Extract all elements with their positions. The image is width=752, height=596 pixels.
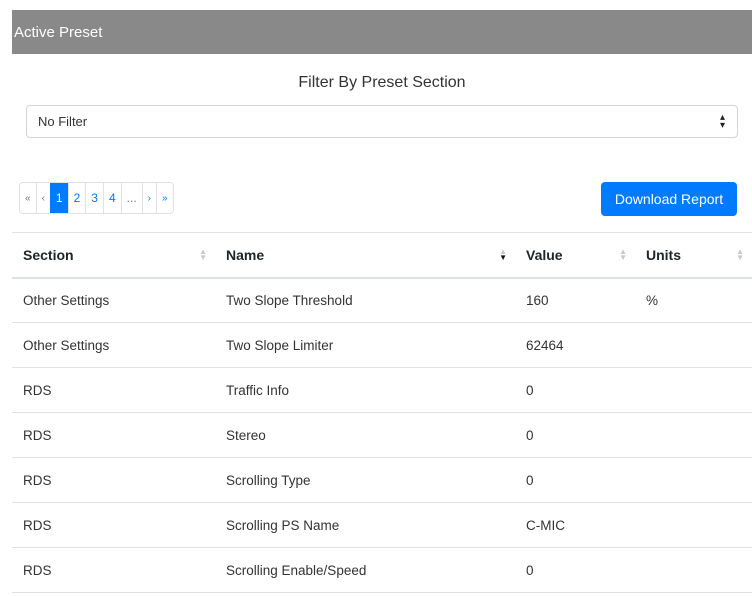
section-filter-select[interactable]: No Filter ▴ ▾ <box>26 105 738 138</box>
first-page-button[interactable]: « <box>20 183 36 213</box>
download-report-button[interactable]: Download Report <box>601 182 737 216</box>
column-header-label: Section <box>23 246 74 263</box>
cell-units: % <box>646 292 659 308</box>
cell-section: Other Settings <box>23 292 110 308</box>
cell-units <box>635 458 752 503</box>
cell-value: 0 <box>526 382 534 398</box>
cell-value: 0 <box>526 427 534 443</box>
cell-section: RDS <box>23 427 52 443</box>
cell-value: 62464 <box>526 337 564 353</box>
column-header-label: Name <box>226 246 265 263</box>
table-row: Other Settings Two Slope Limiter 62464 <box>12 323 752 368</box>
cell-units <box>635 368 752 413</box>
sort-icon: ▲ ▼ <box>619 246 627 262</box>
cell-name: Scrolling Enable/Speed <box>226 562 367 578</box>
panel-header: Active Preset <box>12 10 752 54</box>
cell-name: Scrolling PS Name <box>226 517 340 533</box>
column-header-name[interactable]: Name ▲ ▼ <box>215 233 515 278</box>
column-header-units[interactable]: Units ▲ ▼ <box>635 233 752 278</box>
pagination-ellipsis: ... <box>120 183 142 213</box>
column-header-value[interactable]: Value ▲ ▼ <box>515 233 635 278</box>
cell-section: RDS <box>23 562 52 578</box>
page-1-button[interactable]: 1 <box>49 183 68 213</box>
filter-selected-value: No Filter <box>38 114 88 129</box>
last-page-button[interactable]: » <box>156 183 173 213</box>
sort-desc-icon: ▲ ▼ <box>499 246 507 262</box>
panel-title: Active Preset <box>14 23 103 41</box>
cell-value: 160 <box>526 292 549 308</box>
pagination: « ‹ 1 2 3 4 ... › » <box>19 182 174 214</box>
column-header-section[interactable]: Section ▲ ▼ <box>12 233 215 278</box>
select-arrows-icon: ▴ ▾ <box>719 112 725 131</box>
cell-section: RDS <box>23 517 52 533</box>
column-header-label: Value <box>526 246 563 263</box>
sort-icon: ▲ ▼ <box>199 246 207 262</box>
table-row: RDS Scrolling Enable/Speed 0 <box>12 548 752 593</box>
table-row: RDS Stereo 0 <box>12 413 752 458</box>
column-header-label: Units <box>646 246 681 263</box>
cell-value: C-MIC <box>526 517 565 533</box>
cell-name: Stereo <box>226 427 266 443</box>
page-2-button[interactable]: 2 <box>67 183 86 213</box>
cell-units <box>635 548 752 593</box>
prev-page-button[interactable]: ‹ <box>35 183 50 213</box>
cell-name: Traffic Info <box>226 382 290 398</box>
page-3-button[interactable]: 3 <box>85 183 103 213</box>
cell-units <box>635 323 752 368</box>
cell-name: Two Slope Threshold <box>226 292 353 308</box>
filter-title: Filter By Preset Section <box>298 74 466 91</box>
cell-section: RDS <box>23 382 52 398</box>
cell-units <box>635 503 752 548</box>
page-4-button[interactable]: 4 <box>102 183 121 213</box>
table-row: RDS Traffic Info 0 <box>12 368 752 413</box>
table-row: Other Settings Two Slope Threshold 160 % <box>12 278 752 323</box>
table-row: RDS Scrolling PS Name C-MIC <box>12 503 752 548</box>
cell-units <box>635 413 752 458</box>
cell-section: Other Settings <box>23 337 110 353</box>
table-row: RDS Scrolling Type 0 <box>12 458 752 503</box>
cell-section: RDS <box>23 472 52 488</box>
preset-table: Section ▲ ▼ Name ▲ ▼ Value ▲ ▼ Units ▲ ▼ Oth… <box>12 232 752 593</box>
cell-value: 0 <box>526 472 534 488</box>
table-header-row: Section ▲ ▼ Name ▲ ▼ Value ▲ ▼ Units ▲ ▼ <box>12 232 752 278</box>
sort-icon: ▲ ▼ <box>736 246 744 262</box>
cell-name: Two Slope Limiter <box>226 337 334 353</box>
cell-value: 0 <box>526 562 534 578</box>
cell-name: Scrolling Type <box>226 472 311 488</box>
next-page-button[interactable]: › <box>141 183 157 213</box>
